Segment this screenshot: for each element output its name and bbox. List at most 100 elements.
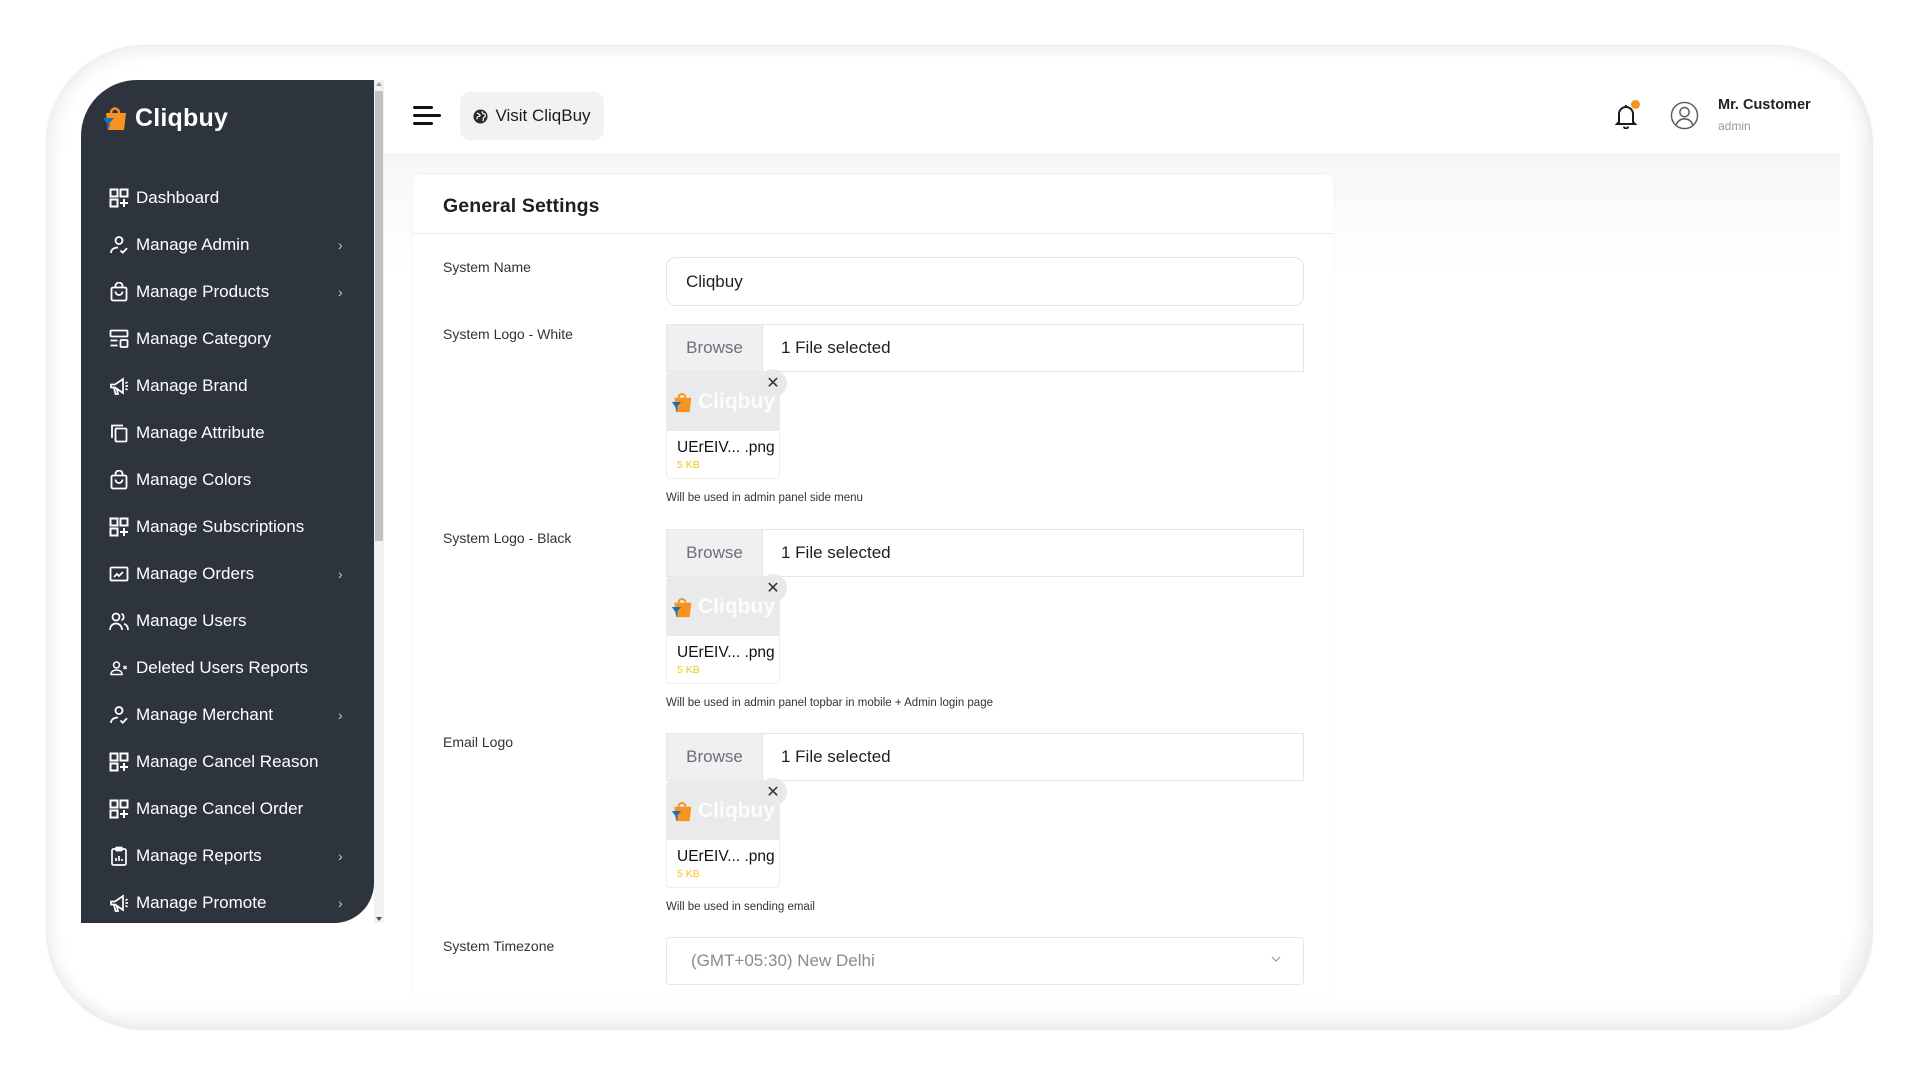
browse-button[interactable]: Browse [667, 530, 763, 576]
timezone-label: System Timezone [443, 938, 555, 954]
remove-file-button[interactable]: ✕ [759, 369, 787, 397]
browse-button[interactable]: Browse [667, 325, 763, 371]
chevron-right-icon: › [338, 847, 343, 864]
remove-file-button[interactable]: ✕ [759, 574, 787, 602]
sidebar-item-label: Manage Orders [136, 563, 255, 583]
sidebar-item-manage-reports[interactable]: Manage Reports › [81, 832, 374, 879]
logo-white-label: System Logo - White [443, 326, 573, 342]
megaphone-icon [108, 892, 130, 914]
sidebar-item-label: Manage Admin [136, 234, 250, 254]
chevron-right-icon: › [338, 894, 343, 911]
file-name: UErEIV... .png [677, 848, 775, 865]
file-size: 5 KB [677, 868, 700, 880]
shopping-bag-logo-icon [103, 107, 126, 130]
sidebar-item-manage-products[interactable]: Manage Products › [81, 268, 374, 315]
user-check-icon [108, 234, 130, 256]
hamburger-icon [413, 106, 433, 109]
copy-icon [108, 422, 130, 444]
notification-dot [1631, 100, 1640, 109]
hamburger-icon [413, 114, 441, 117]
sidebar-item-manage-attribute[interactable]: Manage Attribute [81, 409, 374, 456]
layout-icon [108, 328, 130, 350]
sidebar-item-manage-promote[interactable]: Manage Promote › [81, 879, 374, 923]
system-name-input[interactable]: Cliqbuy [666, 257, 1304, 306]
scroll-down-arrow-icon[interactable] [376, 917, 382, 921]
shopping-bag-icon [108, 469, 130, 491]
sidebar-item-manage-category[interactable]: Manage Category [81, 315, 374, 362]
sidebar-item-label: Deleted Users Reports [136, 657, 308, 677]
shopping-bag-logo-icon [671, 801, 692, 822]
shopping-bag-icon [108, 281, 130, 303]
file-size: 5 KB [677, 459, 700, 471]
email-logo-file-input[interactable]: Browse 1 File selected [666, 733, 1304, 781]
sidebar-item-label: Manage Attribute [136, 422, 265, 442]
user-avatar[interactable] [1670, 101, 1699, 130]
megaphone-icon [108, 375, 130, 397]
sidebar-item-deleted-users-reports[interactable]: Deleted Users Reports [81, 644, 374, 691]
sidebar-item-label: Manage Brand [136, 375, 248, 395]
sidebar-item-label: Manage Reports [136, 845, 262, 865]
sidebar-item-manage-cancel-order[interactable]: Manage Cancel Order [81, 785, 374, 832]
sidebar-item-manage-brand[interactable]: Manage Brand [81, 362, 374, 409]
brand-name: Cliqbuy [135, 103, 229, 132]
chevron-right-icon: › [338, 565, 343, 582]
divider [413, 233, 1333, 234]
sidebar-item-manage-users[interactable]: Manage Users [81, 597, 374, 644]
shopping-bag-logo-icon [671, 597, 692, 618]
brand-logo[interactable]: Cliqbuy [101, 101, 228, 135]
chart-monitor-icon [108, 563, 130, 585]
sidebar-item-manage-merchant[interactable]: Manage Merchant › [81, 691, 374, 738]
visit-site-button[interactable]: Visit CliqBuy [460, 92, 604, 140]
logo-black-label: System Logo - Black [443, 530, 572, 546]
sidebar-item-manage-orders[interactable]: Manage Orders › [81, 550, 374, 597]
chevron-right-icon: › [338, 236, 343, 253]
logo-black-file-input[interactable]: Browse 1 File selected [666, 529, 1304, 577]
logo-black-help: Will be used in admin panel topbar in mo… [666, 697, 993, 709]
user-role: admin [1718, 119, 1751, 133]
sidebar-item-label: Manage Cancel Order [136, 798, 304, 818]
user-circle-icon [1670, 101, 1699, 130]
clipboard-chart-icon [108, 845, 130, 867]
sidebar-item-label: Manage Users [136, 610, 247, 630]
card-title: General Settings [443, 195, 600, 217]
sidebar-menu: Dashboard Manage Admin › Manage Products… [81, 174, 374, 923]
logo-white-file-input[interactable]: Browse 1 File selected [666, 324, 1304, 372]
user-x-icon [108, 657, 130, 679]
file-name: UErEIV... .png [677, 644, 775, 661]
sidebar-item-label: Manage Category [136, 328, 272, 348]
sidebar-item-manage-colors[interactable]: Manage Colors [81, 456, 374, 503]
visit-site-label: Visit CliqBuy [495, 106, 591, 125]
sidebar-item-dashboard[interactable]: Dashboard [81, 174, 374, 221]
chevron-right-icon: › [338, 706, 343, 723]
notifications-button[interactable] [1614, 100, 1640, 130]
scroll-up-arrow-icon[interactable] [376, 82, 382, 86]
grid-plus-icon [108, 516, 130, 538]
timezone-value: (GMT+05:30) New Delhi [691, 951, 875, 970]
sidebar-item-manage-admin[interactable]: Manage Admin › [81, 221, 374, 268]
email-logo-label: Email Logo [443, 734, 514, 750]
sidebar-item-manage-cancel-reason[interactable]: Manage Cancel Reason [81, 738, 374, 785]
remove-file-button[interactable]: ✕ [759, 778, 787, 806]
timezone-select[interactable]: (GMT+05:30) New Delhi [666, 937, 1304, 985]
system-name-label: System Name [443, 259, 531, 275]
logo-white-help: Will be used in admin panel side menu [666, 492, 863, 504]
close-icon: ✕ [766, 580, 780, 597]
grid-plus-icon [108, 751, 130, 773]
sidebar-scrollbar[interactable] [374, 80, 384, 923]
sidebar-item-manage-subscriptions[interactable]: Manage Subscriptions [81, 503, 374, 550]
file-name: UErEIV... .png [677, 439, 775, 456]
user-name[interactable]: Mr. Customer [1718, 97, 1811, 113]
globe-icon [473, 108, 488, 124]
file-status: 1 File selected [781, 338, 891, 357]
browse-button[interactable]: Browse [667, 734, 763, 780]
sidebar-item-label: Manage Promote [136, 892, 267, 912]
scrollbar-thumb[interactable] [375, 91, 383, 541]
menu-toggle-button[interactable] [413, 104, 441, 128]
grid-plus-icon [108, 798, 130, 820]
grid-plus-icon [108, 187, 130, 209]
users-icon [108, 610, 130, 632]
user-check-icon [108, 704, 130, 726]
sidebar: Cliqbuy Dashboard Manage Admin › Manage … [81, 80, 374, 923]
sidebar-item-label: Manage Products [136, 281, 270, 301]
logo-white-preview: Cliqbuy UErEIV... .png 5 KB ✕ [666, 369, 787, 479]
